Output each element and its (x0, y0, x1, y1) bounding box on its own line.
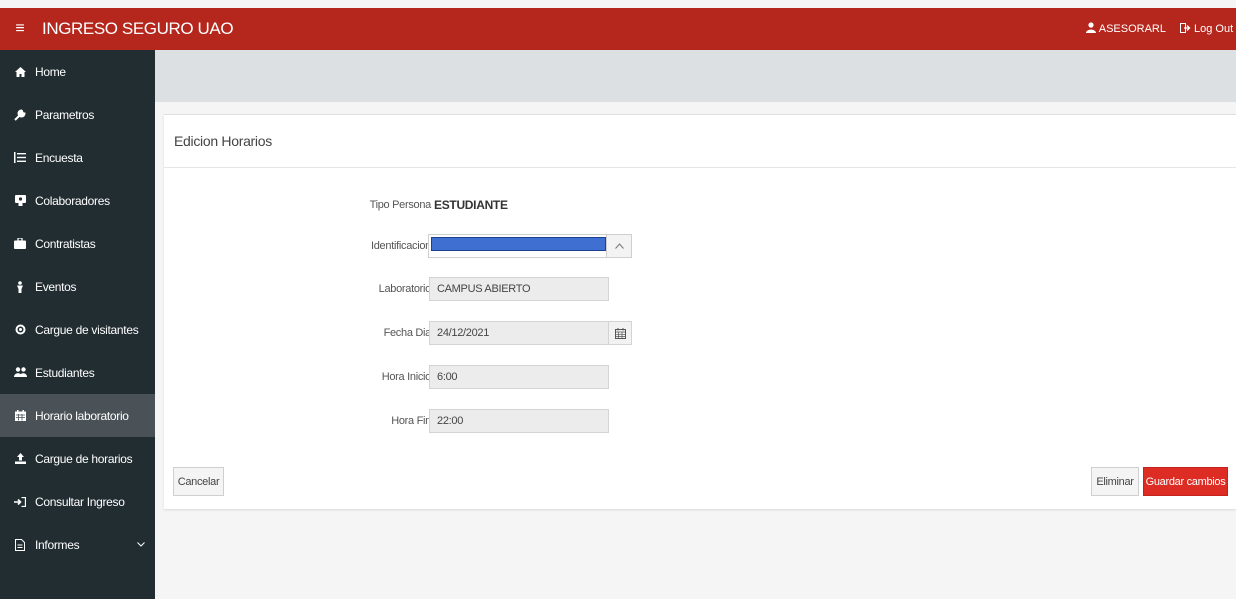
sidebar-item-label: Informes (35, 537, 80, 552)
sidebar-item-label: Horario laboratorio (35, 408, 129, 423)
sidebar-item-contratistas[interactable]: Contratistas (0, 222, 155, 265)
sidebar-item-estudiantes[interactable]: Estudiantes (0, 351, 155, 394)
tipo-persona-row: Tipo Persona ESTUDIANTE (164, 195, 1236, 215)
tipo-persona-label: Tipo Persona (369, 199, 432, 211)
sidebar-item-cargue-horarios[interactable]: Cargue de horarios (0, 437, 155, 480)
sidebar-item-consultar-ingreso[interactable]: Consultar Ingreso (0, 480, 155, 523)
users-icon (13, 367, 27, 378)
identificacion-value (431, 237, 606, 251)
sidebar-item-label: Colaboradores (35, 193, 110, 208)
calendar-icon (13, 410, 27, 421)
identificacion-select[interactable] (428, 234, 632, 258)
identificacion-label: Identificacion (370, 240, 431, 252)
id-badge-icon (13, 195, 27, 206)
logout-link[interactable]: Log Out (1180, 22, 1236, 36)
sidebar-item-label: Parametros (35, 107, 95, 122)
hora-fin-label: Hora Fin (391, 415, 431, 427)
list-icon (13, 152, 27, 163)
user-name: ASESORARL (1098, 23, 1166, 35)
sidebar: Home Parametros Encuesta Colaboradores C… (0, 50, 155, 599)
calendar-picker-icon[interactable] (608, 321, 632, 345)
home-icon (13, 66, 27, 77)
laboratorio-label: Laboratorio (378, 283, 432, 295)
sidebar-item-colaboradores[interactable]: Colaboradores (0, 179, 155, 222)
fecha-dia-row: Fecha Dia 24/12/2021 (164, 321, 1236, 345)
sidebar-item-encuesta[interactable]: Encuesta (0, 136, 155, 179)
identificacion-row: Identificacion (164, 234, 1236, 258)
hora-inicio-label: Hora Inicio (381, 371, 432, 383)
laboratorio-field[interactable]: CAMPUS ABIERTO (429, 277, 609, 301)
top-navbar: ≡ INGRESO SEGURO UAO ASESORARL Log Out (0, 8, 1236, 50)
sidebar-item-label: Cargue de visitantes (35, 322, 139, 337)
delete-button[interactable]: Eliminar (1091, 467, 1139, 496)
sidebar-item-label: Encuesta (35, 150, 83, 165)
chevron-down-icon (137, 539, 145, 550)
sidebar-item-label: Eventos (35, 279, 77, 294)
laboratorio-row: Laboratorio CAMPUS ABIERTO (164, 277, 1236, 301)
sidebar-item-label: Cargue de horarios (35, 451, 133, 466)
tipo-persona-value: ESTUDIANTE (434, 198, 508, 212)
save-button[interactable]: Guardar cambios (1143, 467, 1228, 496)
user-icon (1085, 22, 1096, 36)
sidebar-item-label: Contratistas (35, 236, 96, 251)
briefcase-icon (13, 238, 27, 249)
content-header (155, 50, 1236, 102)
hora-inicio-field[interactable]: 6:00 (429, 365, 609, 389)
target-icon (13, 324, 27, 335)
fecha-dia-field[interactable]: 24/12/2021 (429, 321, 609, 345)
sign-in-icon (13, 496, 27, 507)
user-menu[interactable]: ASESORARL (1085, 22, 1166, 36)
sidebar-item-label: Home (35, 64, 66, 79)
sidebar-item-parametros[interactable]: Parametros (0, 93, 155, 136)
upload-icon (13, 453, 27, 464)
edit-form-card: Edicion Horarios Tipo Persona ESTUDIANTE… (164, 114, 1236, 509)
sidebar-item-label: Estudiantes (35, 365, 95, 380)
card-title: Edicion Horarios (164, 115, 1236, 168)
sidebar-item-home[interactable]: Home (0, 50, 155, 93)
app-title[interactable]: INGRESO SEGURO UAO (42, 19, 234, 39)
cancel-button[interactable]: Cancelar (173, 467, 224, 496)
sidebar-item-horario-laboratorio[interactable]: Horario laboratorio (0, 394, 155, 437)
hamburger-icon[interactable]: ≡ (2, 20, 38, 38)
logout-label: Log Out (1194, 23, 1234, 35)
hora-fin-field[interactable]: 22:00 (429, 409, 609, 433)
fecha-dia-label: Fecha Dia (383, 327, 432, 339)
sidebar-item-label: Consultar Ingreso (35, 494, 125, 509)
sidebar-item-informes[interactable]: Informes (0, 523, 155, 566)
hora-inicio-row: Hora Inicio 6:00 (164, 365, 1236, 389)
chevron-up-icon[interactable] (606, 235, 631, 257)
file-icon (13, 538, 27, 551)
wrench-icon (13, 108, 27, 121)
sidebar-item-cargue-visitantes[interactable]: Cargue de visitantes (0, 308, 155, 351)
sign-out-icon (1180, 22, 1191, 36)
event-icon (13, 280, 27, 293)
sidebar-item-eventos[interactable]: Eventos (0, 265, 155, 308)
hora-fin-row: Hora Fin 22:00 (164, 409, 1236, 433)
